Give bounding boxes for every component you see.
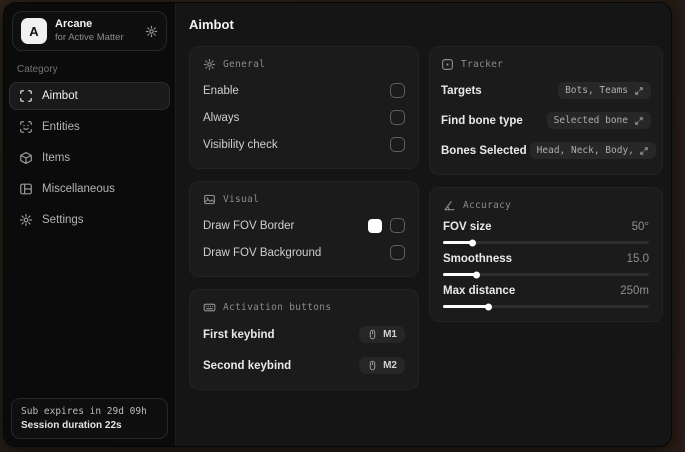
general-icon (203, 58, 216, 71)
gear-icon (19, 213, 33, 227)
brand-header: A Arcane for Active Matter (12, 11, 167, 51)
mouse-icon (367, 360, 378, 371)
setting-row-draw-fov-border: Draw FOV Border (203, 215, 405, 236)
expand-icon (634, 116, 644, 126)
app-window: A Arcane for Active Matter Category Aimb… (3, 2, 672, 447)
image-icon (203, 193, 216, 206)
first-keybind-button[interactable]: M1 (359, 326, 405, 343)
slider-row-fov-size: FOV size 50° (443, 221, 649, 246)
card-header-label: Activation buttons (223, 302, 332, 313)
expand-icon (634, 86, 644, 96)
slider-thumb[interactable] (468, 239, 476, 246)
draw-fov-background-checkbox[interactable] (390, 245, 405, 260)
mouse-icon (367, 329, 378, 340)
sub-expiry-text: Sub expires in 29d 09h (21, 406, 147, 417)
enable-checkbox[interactable] (390, 83, 405, 98)
sidebar-item-label: Items (42, 152, 71, 164)
second-keybind-button[interactable]: M2 (359, 357, 405, 374)
sidebar-nav: Aimbot Entities Items Miscellaneous Sett… (4, 82, 175, 234)
slider-thumb[interactable] (472, 271, 480, 278)
scan-icon (19, 89, 33, 103)
entities-icon (19, 120, 33, 134)
accuracy-card: Accuracy FOV size 50° Smoothness 15.0 Ma… (429, 187, 663, 322)
tracker-icon (441, 58, 454, 71)
sidebar-item-settings[interactable]: Settings (9, 206, 170, 234)
tracker-row-targets: Targets Bots, Teams (441, 80, 651, 101)
sidebar-item-label: Aimbot (42, 90, 78, 102)
brand-name: Arcane (55, 18, 93, 31)
max-distance-slider[interactable] (443, 303, 649, 310)
sidebar-item-entities[interactable]: Entities (9, 113, 170, 141)
slider-thumb[interactable] (485, 303, 493, 310)
targets-select[interactable]: Bots, Teams (558, 82, 651, 99)
bones-selected-select[interactable]: Head, Neck, Body, Pe.. (529, 142, 656, 159)
fov-border-color-swatch[interactable] (368, 218, 382, 233)
fov-size-slider[interactable] (443, 239, 649, 246)
expand-icon (639, 146, 649, 156)
card-header-label: Visual (223, 194, 260, 205)
sidebar-item-label: Entities (42, 121, 80, 133)
max-distance-value: 250m (620, 285, 649, 297)
setting-row-visibility-check: Visibility check (203, 134, 405, 155)
card-header-label: Accuracy (463, 200, 512, 211)
tracker-row-bones-selected: Bones Selected Head, Neck, Body, Pe.. (441, 140, 656, 161)
draw-fov-border-checkbox[interactable] (390, 218, 405, 233)
setting-row-always: Always (203, 107, 405, 128)
setting-row-enable: Enable (203, 80, 405, 101)
visibility-check-checkbox[interactable] (390, 137, 405, 152)
sidebar-item-aimbot[interactable]: Aimbot (9, 82, 170, 110)
find-bone-type-select[interactable]: Selected bone (546, 112, 651, 129)
sidebar: A Arcane for Active Matter Category Aimb… (4, 3, 176, 446)
sidebar-item-items[interactable]: Items (9, 144, 170, 172)
layout-icon (19, 182, 33, 196)
smoothness-slider[interactable] (443, 271, 649, 278)
gear-icon[interactable] (145, 25, 158, 38)
brand-logo: A (21, 18, 47, 44)
page-title: Aimbot (189, 17, 234, 32)
always-checkbox[interactable] (390, 110, 405, 125)
session-duration-text: Session duration 22s (21, 420, 122, 431)
visual-card: Visual Draw FOV Border Draw FOV Backgrou… (189, 181, 419, 277)
card-header-label: General (223, 59, 266, 70)
slider-row-max-distance: Max distance 250m (443, 285, 649, 310)
fov-size-value: 50° (631, 221, 649, 233)
tracker-card: Tracker Targets Bots, Teams Find bone ty… (429, 46, 663, 175)
angle-icon (443, 199, 456, 212)
setting-row-draw-fov-background: Draw FOV Background (203, 242, 405, 263)
general-card: General Enable Always Visibility check (189, 46, 419, 169)
subscription-info: Sub expires in 29d 09h Session duration … (11, 398, 168, 439)
keybind-row-first: First keybind M1 (203, 324, 405, 345)
keyboard-icon (203, 301, 216, 314)
sidebar-item-miscellaneous[interactable]: Miscellaneous (9, 175, 170, 203)
sidebar-item-label: Miscellaneous (42, 183, 115, 195)
card-header-label: Tracker (461, 59, 504, 70)
activation-buttons-card: Activation buttons First keybind M1 Seco… (189, 289, 419, 390)
smoothness-value: 15.0 (626, 253, 649, 265)
sidebar-item-label: Settings (42, 214, 84, 226)
cube-icon (19, 151, 33, 165)
tracker-row-find-bone-type: Find bone type Selected bone (441, 110, 651, 131)
brand-subtitle: for Active Matter (55, 31, 124, 43)
category-label: Category (17, 64, 58, 75)
main-content: Aimbot General Enable Always Visibility … (176, 3, 671, 446)
keybind-row-second: Second keybind M2 (203, 355, 405, 376)
slider-row-smoothness: Smoothness 15.0 (443, 253, 649, 278)
